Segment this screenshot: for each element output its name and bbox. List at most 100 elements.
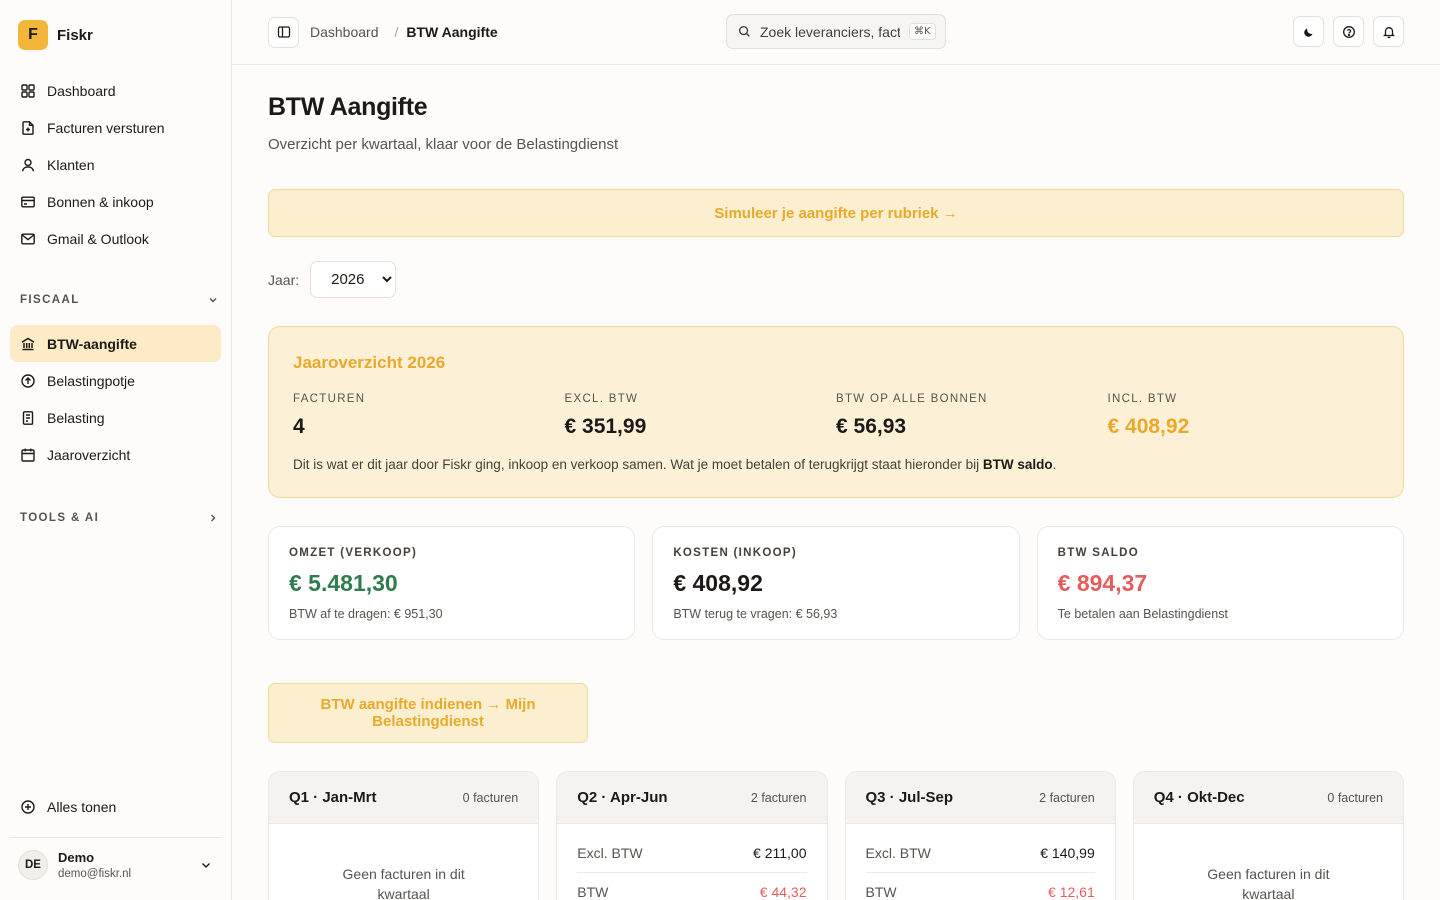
user-name: Demo [58, 850, 95, 865]
year-stats: FACTUREN 4 EXCL. BTW € 351,99 BTW OP ALL… [293, 393, 1379, 439]
kpi-omzet: OMZET (VERKOOP) € 5.481,30 BTW af te dra… [268, 526, 636, 640]
help-button[interactable] [1333, 16, 1364, 47]
sidebar: F Fiskr Dashboard Facturen versturen Kla… [0, 0, 232, 900]
brand[interactable]: F Fiskr [0, 0, 231, 52]
sidebar-item-label: Jaaroverzicht [47, 446, 131, 463]
user-menu[interactable]: DE Demo demo@fiskr.nl [10, 837, 221, 900]
year-select[interactable]: 2026 [310, 261, 397, 298]
sidebar-item-label: Gmail & Outlook [47, 230, 149, 247]
page-title: BTW Aangifte [268, 93, 428, 121]
search-input[interactable] [760, 23, 900, 40]
quarter-row: Excl. BTW € 211,00 [577, 834, 806, 872]
kpi-label: OMZET (VERKOOP) [289, 547, 418, 559]
quarter-title: Q3 · Jul-Sep [865, 789, 954, 806]
kpi-cards: OMZET (VERKOOP) € 5.481,30 BTW af te dra… [268, 526, 1404, 640]
note-text: Dit is wat er dit jaar door Fiskr ging, … [293, 457, 983, 472]
quarter-title: Q1 · Jan-Mrt [289, 789, 377, 806]
breadcrumb-separator: / [394, 24, 399, 40]
sidebar-item-label: Klanten [47, 156, 95, 173]
row-value: € 12,61 [1048, 883, 1095, 900]
sidebar-item-mail[interactable]: Gmail & Outlook [10, 220, 221, 257]
grid-icon [21, 83, 35, 98]
quarter-count: 2 facturen [1039, 790, 1095, 805]
kpi-value: € 894,37 [1057, 570, 1148, 596]
sidebar-item-btw-aangifte[interactable]: BTW-aangifte [10, 325, 221, 362]
sidebar-item-jaaroverzicht[interactable]: Jaaroverzicht [10, 436, 221, 473]
sidebar-item-label: Belasting [47, 409, 105, 426]
simulate-button[interactable]: Simuleer je aangifte per rubriek → [268, 189, 1404, 237]
receipt-icon [22, 410, 34, 425]
user-icon [21, 158, 35, 171]
row-label: Excl. BTW [865, 845, 931, 861]
breadcrumb: Dashboard / BTW Aangifte [308, 24, 498, 40]
quarter-rows: Excl. BTW € 211,00 BTW € 44,32 [557, 824, 826, 900]
sidebar-item-belasting[interactable]: Belasting [10, 399, 221, 436]
quarter-count: 2 facturen [750, 790, 807, 805]
sidebar-item-klanten[interactable]: Klanten [10, 146, 221, 183]
stat-label: INCL. BTW [1107, 393, 1178, 405]
mail-icon [21, 233, 35, 245]
stat-facturen: FACTUREN 4 [293, 393, 565, 439]
submit-btw-button[interactable]: BTW aangifte indienen → Mijn Belastingdi… [268, 683, 588, 743]
theme-toggle-button[interactable] [1293, 16, 1324, 47]
row-value: € 140,99 [1040, 845, 1095, 861]
app: F Fiskr Dashboard Facturen versturen Kla… [0, 0, 1440, 900]
quarter-header: Q1 · Jan-Mrt 0 facturen [269, 772, 539, 824]
quarter-title: Q4 · Okt-Dec [1153, 789, 1245, 806]
search-shortcut: ⌘K [909, 23, 936, 40]
brand-logo: F [18, 20, 48, 50]
sidebar-item-facturen[interactable]: Facturen versturen [10, 109, 221, 146]
year-overview-title: Jaaroverzicht 2026 [293, 353, 446, 372]
show-all-label: Alles tonen [47, 799, 117, 815]
quarter-empty: Geen facturen in dit kwartaal [1207, 866, 1330, 900]
section-tools-label: TOOLS & AI [20, 512, 100, 524]
show-all-button[interactable]: Alles tonen [10, 789, 221, 825]
kpi-value: € 408,92 [673, 570, 763, 596]
kpi-kosten: KOSTEN (INKOOP) € 408,92 BTW terug te vr… [652, 526, 1020, 640]
sidebar-bottom: Alles tonen DE Demo demo@fiskr.nl [0, 789, 231, 900]
sidebar-item-belastingpotje[interactable]: Belastingpotje [10, 362, 221, 399]
section-fiscaal[interactable]: FISCAAL [0, 285, 231, 315]
user-email: demo@fiskr.nl [58, 868, 132, 880]
chevron-right-icon [211, 514, 216, 522]
stat-value: € 56,93 [836, 415, 907, 438]
note-bold: BTW saldo [982, 457, 1053, 472]
quarter-rows: Excl. BTW € 140,99 BTW € 12,61 [846, 824, 1115, 900]
stat-incl-btw: INCL. BTW € 408,92 [1108, 393, 1380, 439]
sidebar-item-label: Dashboard [47, 82, 116, 99]
kpi-label: KOSTEN (INKOOP) [673, 547, 797, 559]
kpi-btw-saldo: BTW SALDO € 894,37 Te betalen aan Belast… [1036, 526, 1404, 640]
kpi-value: € 5.481,30 [289, 570, 398, 596]
stat-label: EXCL. BTW [564, 393, 639, 405]
notifications-button[interactable] [1373, 16, 1404, 47]
quarter-header: Q2 · Apr-Jun 2 facturen [557, 772, 827, 824]
year-overview-note: Dit is wat er dit jaar door Fiskr ging, … [293, 457, 1379, 472]
section-fiscaal-label: FISCAAL [20, 294, 80, 306]
search-box[interactable]: ⌘K [726, 14, 946, 49]
sidebar-item-dashboard[interactable]: Dashboard [10, 72, 221, 109]
help-circle-icon [1342, 25, 1355, 38]
user-info: Demo demo@fiskr.nl [58, 850, 189, 880]
quarter-row: BTW € 12,61 [865, 872, 1095, 900]
kpi-note: BTW terug te vragen: € 56,93 [673, 607, 838, 621]
fiscaal-nav: BTW-aangifte Belastingpotje Belasting Ja… [0, 325, 231, 473]
row-label: Excl. BTW [577, 845, 643, 861]
section-tools[interactable]: TOOLS & AI [0, 503, 231, 533]
breadcrumb-dashboard[interactable]: Dashboard [308, 24, 387, 40]
bell-icon [1382, 26, 1395, 38]
quarter-q4: Q4 · Okt-Dec 0 facturen Geen facturen in… [1132, 771, 1404, 900]
quarter-header: Q4 · Okt-Dec 0 facturen [1133, 772, 1403, 824]
sidebar-item-bonnen[interactable]: Bonnen & inkoop [10, 183, 221, 220]
year-overview-card: Jaaroverzicht 2026 FACTUREN 4 EXCL. BTW … [268, 326, 1404, 498]
kpi-note: Te betalen aan Belastingdienst [1057, 607, 1228, 621]
stat-btw-bonnen: BTW OP ALLE BONNEN € 56,93 [836, 393, 1108, 439]
row-label: BTW [865, 883, 897, 900]
stat-value: 4 [293, 415, 305, 438]
avatar: DE [18, 850, 48, 880]
moon-icon [1303, 28, 1312, 37]
toggle-sidebar-button[interactable] [268, 16, 299, 48]
breadcrumb-current: BTW Aangifte [406, 24, 498, 40]
quarter-title: Q2 · Apr-Jun [577, 789, 668, 806]
chevron-down-icon [202, 863, 210, 868]
sidebar-item-label: BTW-aangifte [47, 335, 137, 352]
